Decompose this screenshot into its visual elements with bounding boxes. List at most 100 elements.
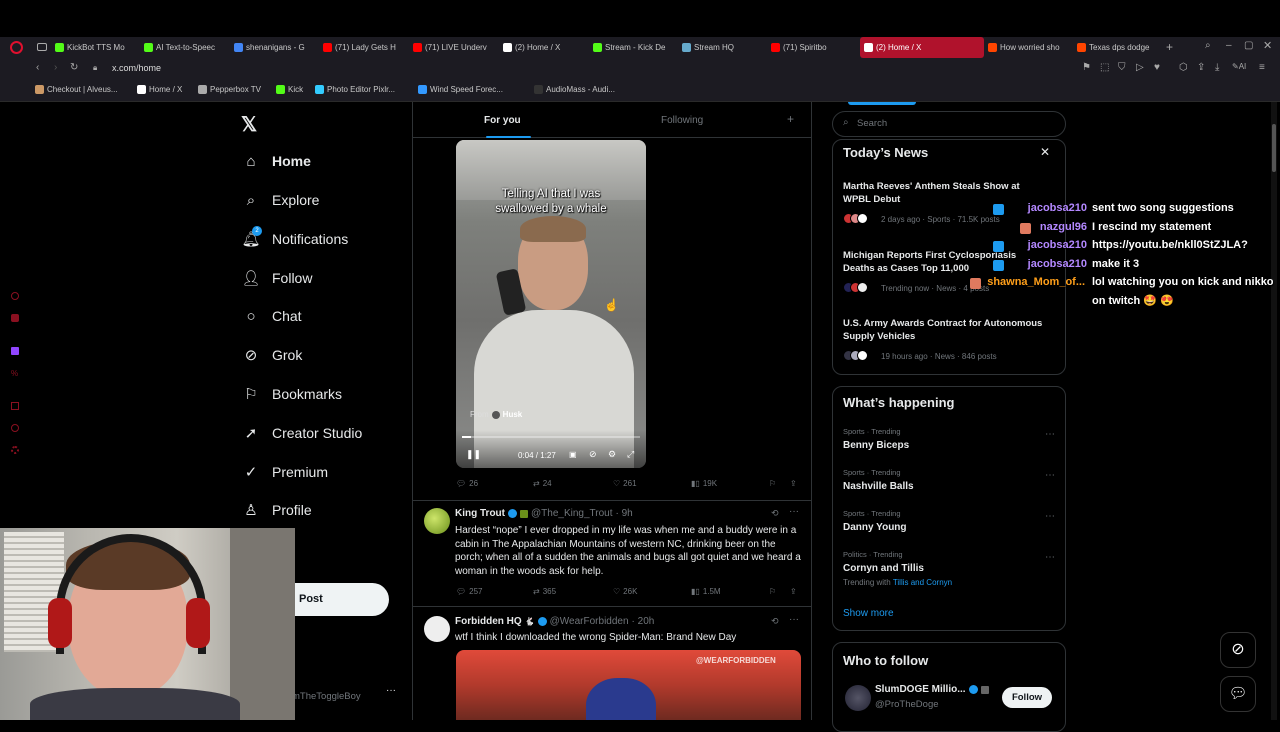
reply-button[interactable]: 💬︎ 257 bbox=[456, 587, 483, 596]
bookmark-item[interactable]: Photo Editor Pixlr... bbox=[315, 85, 395, 94]
post-time[interactable]: · 20h bbox=[632, 616, 655, 627]
x-logo-icon[interactable]: 𝕏 bbox=[241, 112, 257, 137]
trend-extra-link[interactable]: Tillis and Cornyn bbox=[893, 578, 952, 587]
bookmark-item[interactable]: Home / X bbox=[137, 85, 182, 94]
suggested-user-handle[interactable]: @ProTheDoge bbox=[875, 699, 939, 710]
video-player[interactable]: Telling AI that I was swallowed by a wha… bbox=[456, 140, 646, 468]
video-progress-track[interactable] bbox=[462, 436, 640, 438]
sidebar-item-creator-studio[interactable]: ➚ Creator Studio bbox=[242, 420, 363, 446]
adblock-icon[interactable]: ⛉ bbox=[1118, 62, 1126, 73]
extensions-icon[interactable]: ⬡ bbox=[1179, 62, 1188, 73]
repost-button[interactable]: ⇄ 365 bbox=[533, 587, 556, 596]
tab-following[interactable]: Following bbox=[661, 115, 703, 126]
side-panel-icon-2[interactable] bbox=[11, 314, 19, 322]
close-window-icon[interactable]: ✕ bbox=[1263, 39, 1272, 52]
fullscreen-icon[interactable]: ⤢ bbox=[627, 449, 634, 460]
ai-icon[interactable]: ✎AI bbox=[1232, 62, 1246, 71]
pause-icon[interactable]: ❚❚ bbox=[466, 449, 481, 460]
more-options-icon[interactable]: ⋯ bbox=[1045, 470, 1055, 481]
snapshot-icon[interactable]: ⬚ bbox=[1100, 62, 1109, 73]
avatar[interactable] bbox=[424, 508, 450, 534]
search-input[interactable]: ⌕ Search bbox=[832, 111, 1066, 137]
post-author-name[interactable]: Forbidden HQ bbox=[455, 616, 522, 627]
browser-tab[interactable]: How worried sho bbox=[988, 37, 1070, 58]
browser-tab[interactable]: Texas dps dodge bbox=[1077, 37, 1159, 58]
chat-username[interactable]: jacobsa210 bbox=[1028, 202, 1087, 214]
more-options-icon[interactable]: ⋯ bbox=[1045, 511, 1055, 522]
page-scrollbar[interactable] bbox=[1271, 102, 1277, 720]
more-options-icon[interactable]: ⋯ bbox=[1045, 552, 1055, 563]
bookmark-item[interactable]: Pepperbox TV bbox=[198, 85, 261, 94]
browser-tab[interactable]: Stream - Kick De bbox=[593, 37, 675, 58]
sidebar-item-bookmarks[interactable]: ⚐ Bookmarks bbox=[242, 381, 342, 407]
follow-button[interactable]: Follow bbox=[1002, 687, 1052, 708]
account-more-icon[interactable]: ··· bbox=[386, 685, 396, 696]
suggested-user-name[interactable]: SlumDOGE Millio... bbox=[875, 684, 966, 695]
sidebar-item-follow[interactable]: 👤︎ Follow bbox=[241, 265, 312, 291]
bookmark-item[interactable]: Checkout | Alveus... bbox=[35, 85, 118, 94]
grok-post-icon[interactable]: ⟲ bbox=[771, 616, 779, 627]
settings-gear-icon[interactable]: ⚙ bbox=[608, 449, 616, 460]
repost-button[interactable]: ⇄ 24 bbox=[533, 479, 552, 488]
browser-tab[interactable]: (71) Spiritbo bbox=[771, 37, 851, 58]
account-handle[interactable]: mTheToggleBoy bbox=[292, 691, 361, 702]
history-icon[interactable] bbox=[11, 424, 19, 432]
browser-tab[interactable]: (71) LIVE Underv bbox=[413, 37, 495, 58]
browser-tab[interactable]: AI Text-to-Speec bbox=[144, 37, 226, 58]
workspaces-icon[interactable] bbox=[37, 43, 47, 51]
download-icon[interactable]: ⤓ bbox=[1215, 62, 1219, 73]
show-more-link[interactable]: Show more bbox=[843, 608, 894, 619]
post-author-handle[interactable]: @WearForbidden bbox=[550, 616, 629, 627]
side-panel-icon-1[interactable] bbox=[11, 292, 19, 300]
site-info-icon[interactable]: 🔒︎ bbox=[93, 63, 97, 73]
reload-icon[interactable]: ↻ bbox=[70, 62, 78, 73]
more-options-icon[interactable]: ··· bbox=[789, 614, 799, 625]
chat-username[interactable]: jacobsa210 bbox=[1028, 239, 1087, 251]
post-time[interactable]: · 9h bbox=[616, 508, 633, 519]
settings-icon[interactable] bbox=[11, 446, 19, 454]
mute-icon[interactable]: ⊘ bbox=[589, 449, 597, 460]
close-news-icon[interactable]: ✕ bbox=[1040, 145, 1050, 159]
side-panel-icon-4[interactable]: % bbox=[11, 369, 19, 378]
sidebar-item-profile[interactable]: ♙ Profile bbox=[242, 497, 311, 523]
share-post-icon[interactable]: ⇪ bbox=[790, 479, 797, 488]
post-image[interactable]: @WEARFORBIDDEN bbox=[456, 650, 801, 720]
menu-icon[interactable]: ≡ bbox=[1259, 62, 1265, 73]
bookmark-post-icon[interactable]: ⚐ bbox=[769, 587, 776, 596]
more-options-icon[interactable]: ··· bbox=[789, 506, 799, 517]
bookmark-item[interactable]: Kick bbox=[276, 85, 303, 94]
post-author-handle[interactable]: @The_King_Trout bbox=[531, 508, 613, 519]
chat-username[interactable]: nazgul96 bbox=[1040, 221, 1087, 233]
maximize-icon[interactable]: ▢ bbox=[1244, 40, 1253, 51]
sidebar-item-explore[interactable]: ⌕ Explore bbox=[242, 187, 320, 213]
browser-logo-icon[interactable] bbox=[10, 41, 23, 54]
sidebar-item-chat[interactable]: ○ Chat bbox=[242, 303, 301, 329]
browser-tab[interactable]: shenanigans - G bbox=[234, 37, 316, 58]
views-button[interactable]: ▮▯ 1.5M bbox=[691, 587, 721, 596]
views-button[interactable]: ▮▯ 19K bbox=[691, 479, 717, 488]
back-icon[interactable]: ‹ bbox=[36, 62, 39, 73]
browser-tab[interactable]: (71) Lady Gets H bbox=[323, 37, 405, 58]
browser-tab[interactable]: Stream HQ bbox=[682, 37, 757, 58]
minimize-icon[interactable]: – bbox=[1226, 40, 1232, 51]
heart-icon[interactable]: ♥ bbox=[1154, 62, 1160, 73]
sidebar-item-grok[interactable]: ⊘ Grok bbox=[242, 342, 303, 368]
browser-tab[interactable]: KickBot TTS Mo bbox=[55, 37, 137, 58]
post-king-trout[interactable]: King Trout @The_King_Trout · 9h ⟲ ··· Ha… bbox=[413, 501, 811, 605]
messages-floating-button[interactable]: 💬︎ bbox=[1220, 676, 1256, 712]
player-icon[interactable]: ▷ bbox=[1136, 62, 1144, 73]
bookmark-item[interactable]: AudioMass - Audi... bbox=[534, 85, 615, 94]
forward-icon[interactable]: › bbox=[54, 62, 57, 73]
browser-tab[interactable]: (2) Home / X bbox=[860, 37, 984, 58]
plus-icon[interactable]: + bbox=[1166, 40, 1173, 54]
reply-button[interactable]: 💬︎ 26 bbox=[456, 479, 478, 488]
grok-post-icon[interactable]: ⟲ bbox=[771, 508, 779, 519]
scrollbar-thumb[interactable] bbox=[1272, 124, 1276, 172]
sidebar-item-premium[interactable]: ✓ Premium bbox=[242, 459, 328, 485]
share-icon[interactable]: ⇪ bbox=[1197, 62, 1205, 73]
chat-username[interactable]: shawna_Mom_of... bbox=[987, 276, 1085, 288]
avatar[interactable] bbox=[424, 616, 450, 642]
like-button[interactable]: ♡ 261 bbox=[613, 479, 637, 488]
search-tabs-icon[interactable]: ⌕ bbox=[1205, 40, 1211, 51]
like-button[interactable]: ♡ 26K bbox=[613, 587, 637, 596]
